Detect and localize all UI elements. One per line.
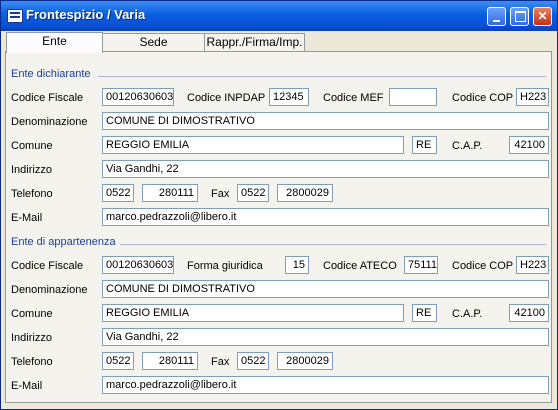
codice-inpdap-field[interactable]: 12345 [269, 88, 309, 106]
email-field[interactable]: marco.pedrazzoli@libero.it [102, 376, 549, 394]
indirizzo-field[interactable]: Via Gandhi, 22 [102, 160, 549, 178]
provincia-field[interactable]: RE [412, 136, 437, 154]
label-codice-cop: Codice COP [452, 260, 514, 272]
section-title-appartenenza: Ente di appartenenza [11, 236, 116, 248]
label-codice-fiscale: Codice Fiscale [11, 92, 84, 104]
codice-cop-field[interactable]: H223 [516, 256, 549, 274]
label-indirizzo: Indirizzo [11, 164, 52, 176]
label-denominazione: Denominazione [11, 284, 88, 296]
codice-fiscale-field[interactable]: 00120630603 [102, 256, 174, 274]
codice-cop-field[interactable]: H223 [516, 88, 549, 106]
label-indirizzo: Indirizzo [11, 332, 52, 344]
label-codice-fiscale: Codice Fiscale [11, 260, 84, 272]
denominazione-field[interactable]: COMUNE DI DIMOSTRATIVO [102, 112, 549, 130]
tab-panel: Ente dichiarante Codice Fiscale 00120630… [5, 51, 552, 403]
fax-numero-field[interactable]: 2800029 [277, 184, 333, 202]
fax-prefisso-field[interactable]: 0522 [237, 184, 269, 202]
cap-field[interactable]: 42100 [509, 136, 549, 154]
indirizzo-field[interactable]: Via Gandhi, 22 [102, 328, 549, 346]
label-fax: Fax [211, 188, 230, 200]
section-divider [120, 244, 546, 245]
comune-field[interactable]: REGGIO EMILIA [102, 136, 404, 154]
label-telefono: Telefono [11, 356, 53, 368]
label-codice-ateco: Codice ATECO [323, 260, 397, 272]
telefono-prefisso-field[interactable]: 0522 [102, 352, 134, 370]
tab-sede[interactable]: Sede [102, 33, 205, 51]
label-codice-cop: Codice COP [452, 92, 514, 104]
window: Frontespizio / Varia ✕ Ente Sede Rappr./… [0, 0, 558, 410]
codice-fiscale-field[interactable]: 00120630603 [102, 88, 174, 106]
telefono-numero-field[interactable]: 280111 [142, 352, 198, 370]
label-cap: C.A.P. [452, 308, 483, 320]
provincia-field[interactable]: RE [412, 304, 437, 322]
email-field[interactable]: marco.pedrazzoli@libero.it [102, 208, 549, 226]
telefono-numero-field[interactable]: 280111 [142, 184, 198, 202]
fax-prefisso-field[interactable]: 0522 [237, 352, 269, 370]
label-codice-inpdap: Codice INPDAP [187, 92, 266, 104]
fax-numero-field[interactable]: 2800029 [277, 352, 333, 370]
codice-mef-field[interactable] [389, 88, 437, 106]
label-codice-mef: Codice MEF [323, 92, 384, 104]
forma-giuridica-field[interactable]: 15 [285, 256, 309, 274]
label-email: E-Mail [11, 380, 43, 392]
cap-field[interactable]: 42100 [509, 304, 549, 322]
section-divider [98, 76, 546, 77]
minimize-button[interactable] [487, 7, 506, 26]
denominazione-field[interactable]: COMUNE DI DIMOSTRATIVO [102, 280, 549, 298]
window-title: Frontespizio / Varia [26, 7, 146, 22]
label-cap: C.A.P. [452, 140, 483, 152]
label-denominazione: Denominazione [11, 116, 88, 128]
label-email: E-Mail [11, 212, 43, 224]
codice-ateco-field[interactable]: 75111 [404, 256, 438, 274]
label-fax: Fax [211, 356, 230, 368]
label-comune: Comune [11, 308, 53, 320]
label-telefono: Telefono [11, 188, 53, 200]
tab-rappr-firma-imp[interactable]: Rappr./Firma/Imp. [204, 33, 305, 51]
tab-ente[interactable]: Ente [6, 32, 103, 53]
telefono-prefisso-field[interactable]: 0522 [102, 184, 134, 202]
title-bar[interactable]: Frontespizio / Varia ✕ [1, 1, 557, 31]
window-icon [7, 9, 23, 23]
comune-field[interactable]: REGGIO EMILIA [102, 304, 404, 322]
label-forma-giuridica: Forma giuridica [187, 260, 263, 272]
section-title-dichiarante: Ente dichiarante [11, 68, 91, 80]
close-button[interactable]: ✕ [533, 7, 552, 26]
maximize-button[interactable] [510, 7, 529, 26]
label-comune: Comune [11, 140, 53, 152]
